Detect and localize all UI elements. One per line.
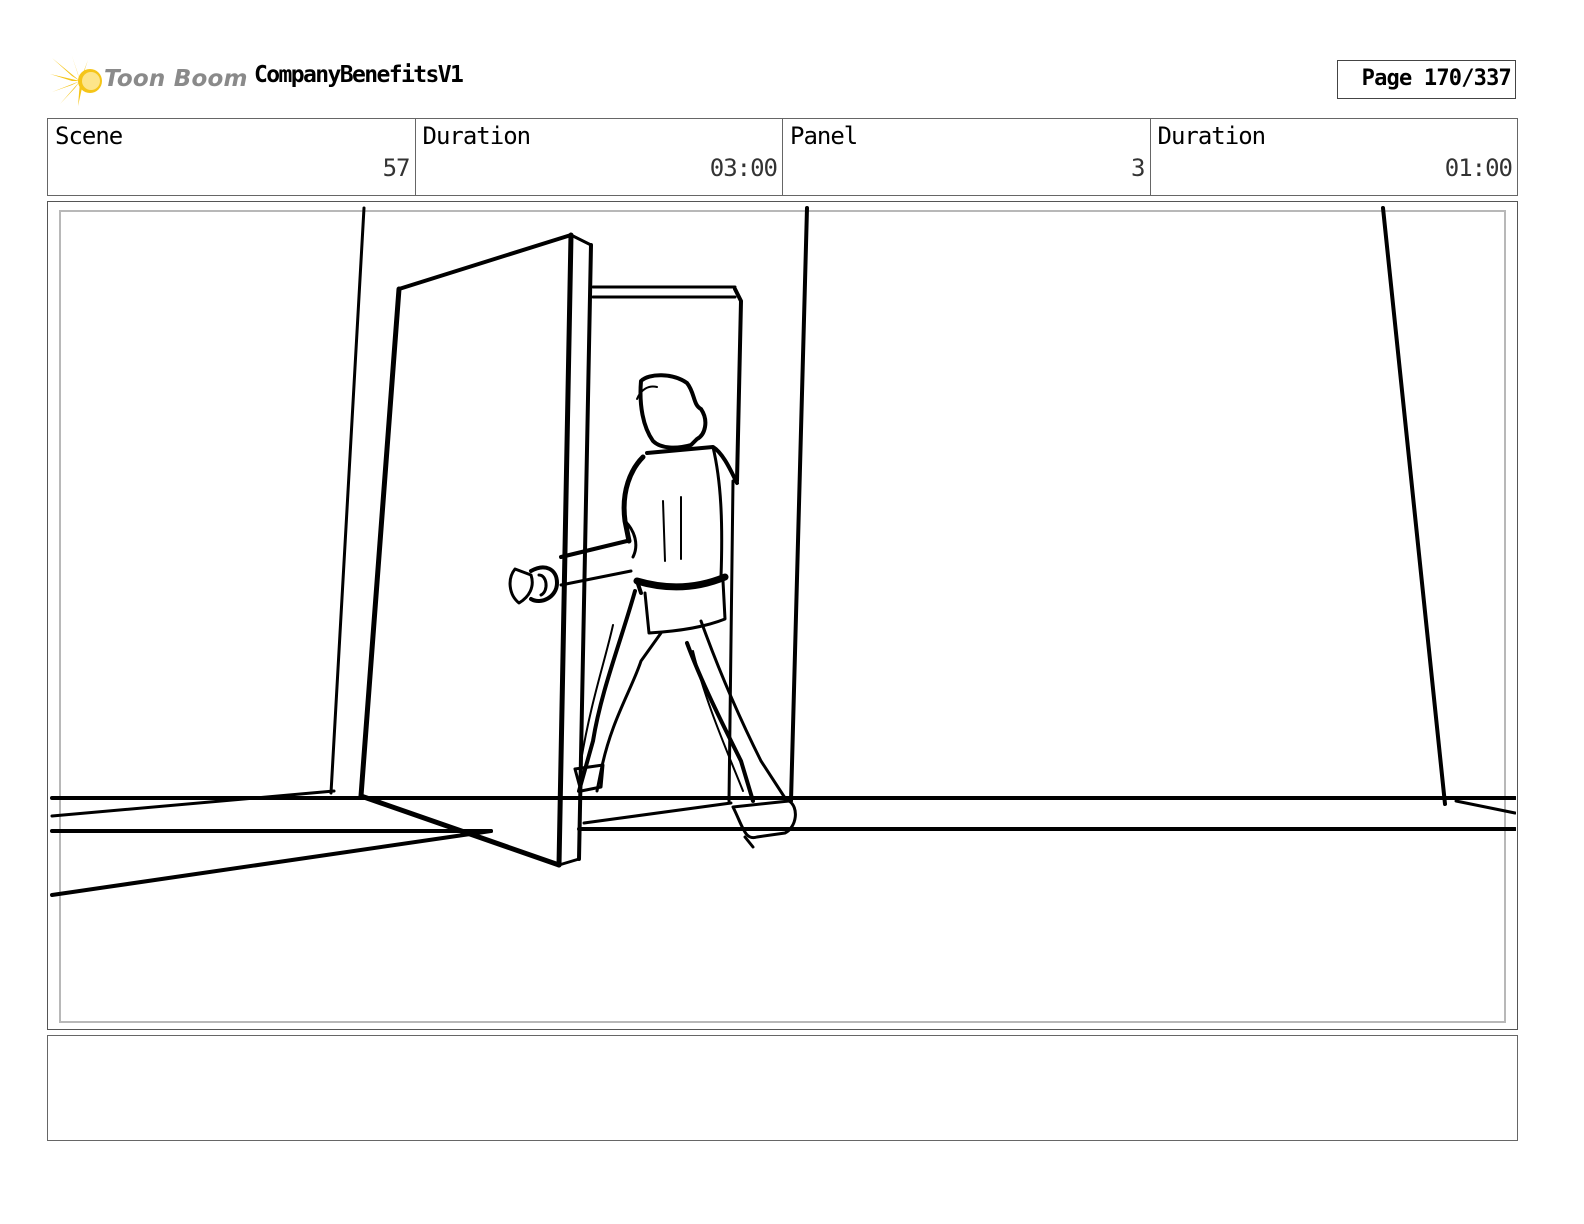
panel-duration-cell: Duration 01:00: [1151, 119, 1518, 195]
sun-icon: [50, 56, 102, 106]
panel-cell: Panel 3: [783, 119, 1151, 195]
panel-frame: [47, 201, 1518, 1030]
panel-duration-value: 01:00: [1444, 154, 1513, 182]
scene-info-table: Scene 57 Duration 03:00 Panel 3 Duration…: [47, 118, 1518, 196]
storyboard-sketch: [50, 206, 1516, 897]
toon-boom-logo: Toon Boom: [50, 54, 247, 108]
scene-duration-cell: Duration 03:00: [416, 119, 783, 195]
project-title: CompanyBenefitsV1: [254, 62, 464, 88]
scene-value: 57: [382, 154, 411, 182]
panel-value: 3: [1131, 154, 1145, 182]
scene-label: Scene: [55, 122, 123, 150]
scene-duration-label: Duration: [422, 122, 532, 150]
panel-duration-label: Duration: [1157, 122, 1267, 150]
page-indicator: Page 170/337: [1337, 60, 1516, 99]
logo-text: Toon Boom: [104, 66, 248, 92]
panel-notes: [47, 1035, 1518, 1141]
scene-duration-value: 03:00: [709, 154, 778, 182]
panel-label: Panel: [790, 122, 858, 150]
scene-cell: Scene 57: [48, 119, 416, 195]
